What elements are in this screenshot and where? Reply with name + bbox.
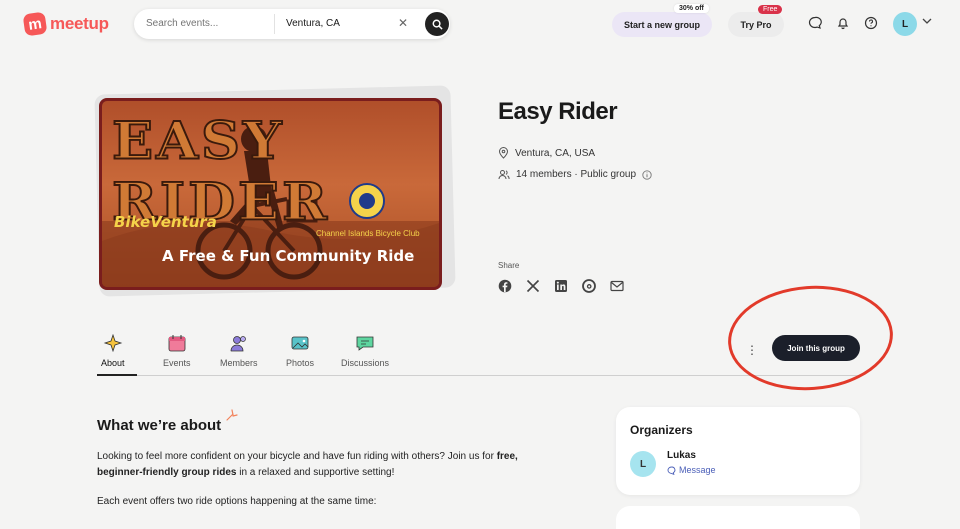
about-sparkle-icon	[103, 334, 123, 352]
free-badge: Free	[758, 5, 783, 14]
tab-events[interactable]: Events	[163, 334, 191, 368]
tab-label: Members	[220, 358, 258, 368]
search-button[interactable]	[425, 12, 449, 36]
about-heading: What we’re about	[97, 417, 222, 434]
discussions-icon	[356, 336, 374, 351]
email-icon[interactable]	[610, 279, 624, 293]
about-paragraph: Looking to feel more confident on your b…	[97, 449, 557, 481]
search-bar: ✕	[134, 9, 450, 39]
chevron-down-icon[interactable]	[922, 17, 932, 25]
meetup-logo[interactable]: m meetup	[22, 11, 109, 37]
x-twitter-icon[interactable]	[526, 279, 540, 293]
members-text[interactable]: 14 members · Public group	[516, 169, 636, 180]
organizers-heading: Organizers	[630, 423, 693, 437]
about-text: in a relaxed and supportive setting!	[236, 467, 395, 478]
organizers-card: Organizers L Lukas Message	[616, 407, 860, 495]
club-seal-icon	[349, 183, 385, 219]
calendar-icon	[168, 335, 186, 352]
group-banner-image: EASY RIDER BikeVentura Channel Islands B…	[99, 98, 442, 290]
search-icon	[432, 19, 443, 30]
banner-tagline: A Free & Fun Community Ride	[162, 247, 415, 265]
tab-label: Photos	[286, 358, 315, 368]
photos-icon	[291, 336, 309, 350]
members-icon	[498, 170, 510, 180]
linkedin-icon[interactable]	[554, 279, 568, 293]
top-nav: m meetup ✕ Start a new group 30% off Try…	[0, 0, 960, 50]
organizer-avatar[interactable]: L	[630, 451, 656, 477]
facebook-icon[interactable]	[498, 279, 512, 293]
sparkle-decoration-icon	[226, 409, 238, 421]
group-location: Ventura, CA, USA	[498, 147, 595, 159]
location-input[interactable]	[286, 18, 386, 29]
try-pro-button[interactable]: Try Pro	[728, 12, 784, 37]
share-buttons	[498, 279, 624, 293]
secondary-card	[616, 506, 860, 529]
tab-label: About	[101, 358, 125, 368]
share-label: Share	[498, 261, 520, 270]
group-members: 14 members · Public group	[498, 169, 652, 180]
tab-members[interactable]: Members	[220, 334, 258, 368]
message-label: Message	[679, 465, 716, 475]
logo-badge-icon: m	[22, 11, 48, 37]
search-input[interactable]	[146, 18, 266, 29]
bell-icon[interactable]	[836, 16, 850, 30]
start-group-button[interactable]: Start a new group	[612, 12, 712, 37]
tab-discussions[interactable]: Discussions	[341, 334, 389, 368]
tab-about[interactable]: About	[101, 334, 125, 368]
info-icon[interactable]	[642, 169, 652, 180]
message-icon	[667, 466, 676, 475]
location-text: Ventura, CA, USA	[515, 147, 596, 159]
organizer-name[interactable]: Lukas	[667, 450, 696, 461]
banner-brand: BikeVentura	[114, 213, 217, 231]
promo-badge: 30% off	[674, 4, 709, 13]
tab-label: Discussions	[341, 358, 390, 368]
threads-icon[interactable]	[582, 279, 596, 293]
user-avatar[interactable]: L	[893, 12, 917, 36]
location-pin-icon	[498, 147, 509, 159]
tab-photos[interactable]: Photos	[286, 334, 314, 368]
message-organizer-link[interactable]: Message	[667, 465, 716, 475]
members-tab-icon	[230, 336, 246, 352]
about-paragraph-2: Each event offers two ride options happe…	[97, 496, 377, 507]
logo-text: meetup	[50, 14, 109, 33]
group-title: Easy Rider	[498, 98, 618, 125]
about-text: Looking to feel more confident on your b…	[97, 451, 497, 462]
search-divider	[274, 14, 275, 34]
active-tab-indicator	[97, 374, 137, 376]
annotation-circle	[724, 280, 897, 396]
tab-label: Events	[163, 358, 191, 368]
help-icon[interactable]	[864, 16, 878, 30]
chat-icon[interactable]	[808, 16, 822, 30]
banner-club: Channel Islands Bicycle Club	[316, 229, 420, 238]
clear-icon[interactable]: ✕	[398, 16, 408, 30]
